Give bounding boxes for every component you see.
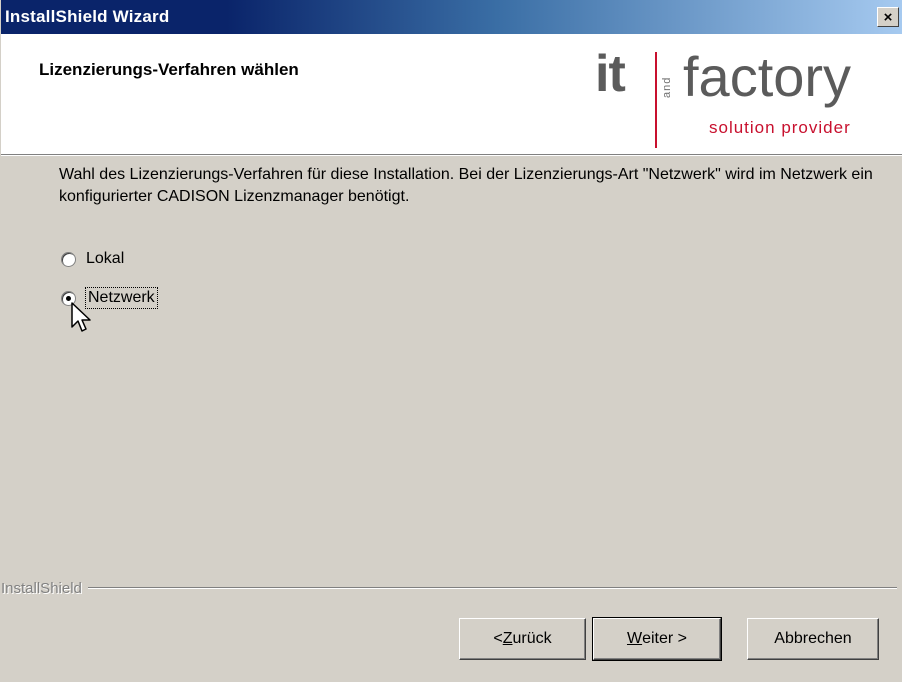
back-button[interactable]: < Zurück	[459, 618, 586, 660]
window-title: InstallShield Wizard	[5, 7, 170, 26]
wizard-header: Lizenzierungs-Verfahren wählen it and fa…	[1, 34, 902, 154]
back-button-label: urück	[512, 630, 552, 647]
radio-label-netzwerk[interactable]: Netzwerk	[85, 287, 158, 309]
company-logo: it and factory solution provider	[591, 38, 896, 148]
mouse-pointer-icon	[71, 302, 91, 332]
installshield-brand: InstallShield	[1, 579, 82, 597]
title-bar[interactable]: InstallShield Wizard ×	[1, 0, 902, 34]
logo-divider	[655, 52, 657, 148]
logo-it-text: it	[595, 45, 626, 103]
close-button[interactable]: ×	[877, 7, 899, 27]
next-button-mnemonic: W	[626, 630, 643, 647]
next-button-label: eiter >	[642, 630, 688, 647]
back-button-prefix: <	[493, 630, 503, 647]
installshield-brand-line: InstallShield	[1, 578, 902, 598]
description-text: Wahl des Lizenzierungs-Verfahren für die…	[59, 166, 873, 205]
cancel-button-label: Abbrechen	[774, 630, 852, 647]
installshield-window: InstallShield Wizard × Lizenzierungs-Ver…	[0, 0, 902, 682]
radio-option-lokal[interactable]: Lokal	[61, 250, 124, 268]
radio-button-lokal[interactable]	[61, 251, 76, 267]
logo-factory-text: factory	[683, 45, 852, 108]
radio-label-lokal[interactable]: Lokal	[86, 250, 124, 268]
header-divider-highlight	[1, 155, 902, 156]
close-icon: ×	[883, 8, 893, 26]
back-button-mnemonic: Z	[502, 630, 513, 647]
page-title: Lizenzierungs-Verfahren wählen	[39, 60, 299, 79]
logo-and-text: and	[661, 76, 673, 98]
brand-rule	[87, 587, 897, 589]
next-button[interactable]: Weiter >	[592, 617, 722, 661]
logo-tagline: solution provider	[709, 118, 851, 137]
cancel-button[interactable]: Abbrechen	[747, 618, 879, 660]
